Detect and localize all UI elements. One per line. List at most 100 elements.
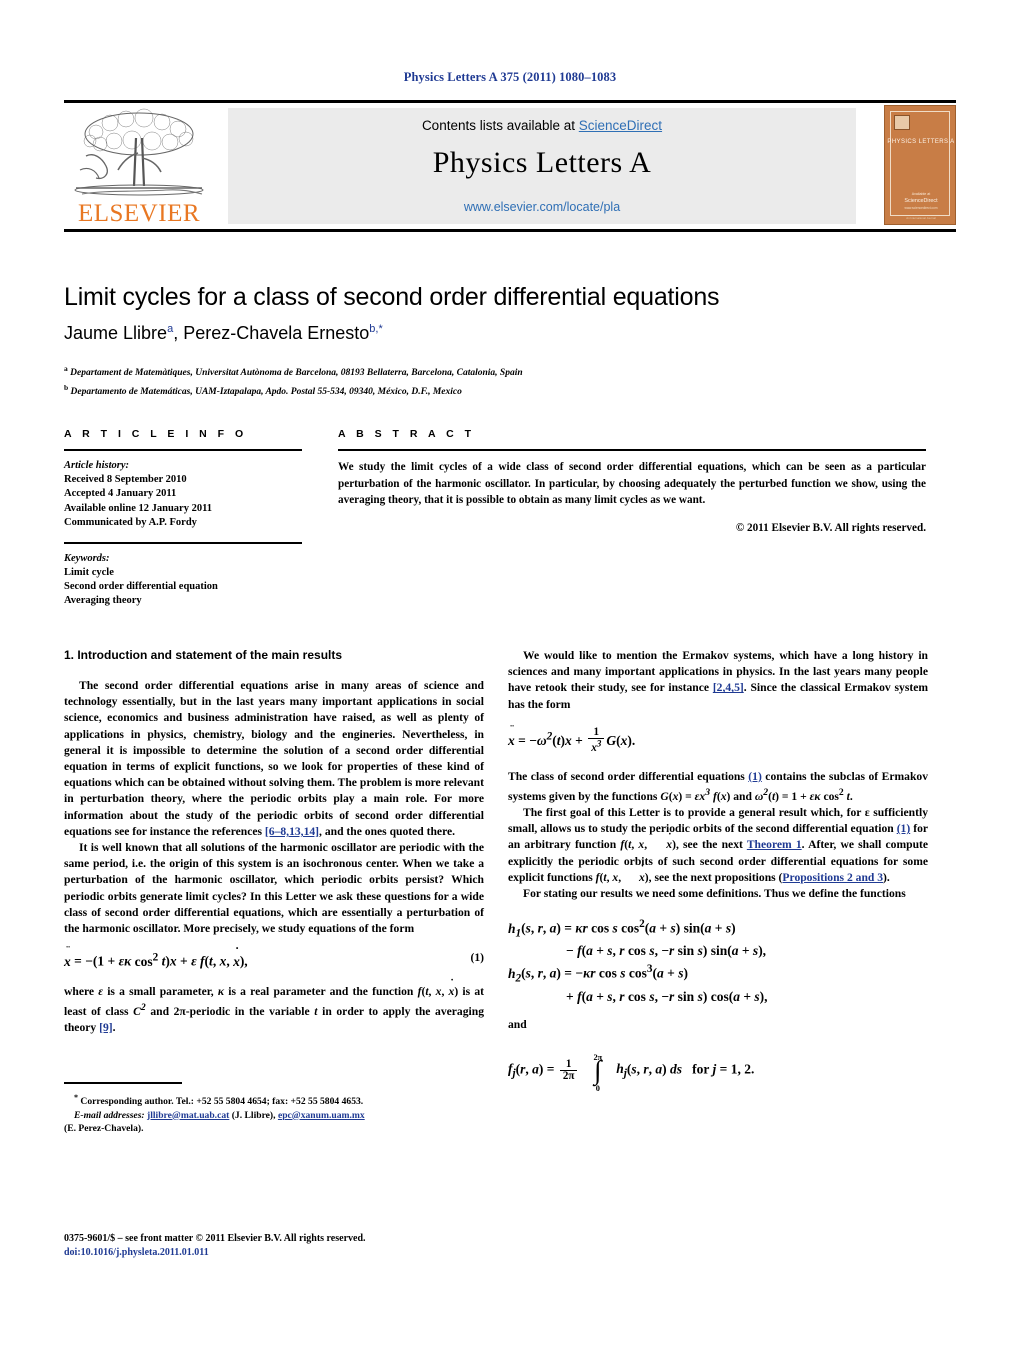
footnote-email-label: E-mail addresses: [74, 1109, 145, 1121]
cover-title: PHYSICS LETTERS A [887, 139, 955, 145]
integral-upper-limit: 2π [593, 1052, 603, 1062]
author-name-1: Jaume Llibre [64, 323, 168, 343]
sciencedirect-link[interactable]: ScienceDirect [579, 118, 662, 133]
para1-part-a: The second order differential equations … [64, 679, 484, 838]
citation-2-4-5[interactable]: [2,4,5] [713, 681, 744, 694]
keyword-1: Limit cycle [64, 566, 114, 578]
history-received: Received 8 September 2010 [64, 474, 187, 486]
article-info-panel: A R T I C L E I N F O Article history: R… [64, 428, 302, 608]
rp3-e: , see the next propositions ( [648, 870, 783, 884]
email-link-llibre[interactable]: jllibre@mat.uab.cat [147, 1110, 229, 1121]
rp2-c: . [849, 789, 853, 803]
integral-symbol: 2π ∫ 0 [583, 1053, 613, 1094]
rp3-c: , see the next [675, 838, 747, 852]
equation-h1: h1(s, r, a) = κr cos s cos2(a + s) sin(a… [508, 918, 736, 940]
equation-fj: fj(r, a) = 1 2π 2π ∫ 0 hj(s, r, a) ds for… [508, 1052, 755, 1094]
author-separator: , [173, 323, 184, 343]
paragraph-definitions: For stating our results we need some def… [523, 887, 906, 900]
cover-badge-icon [894, 115, 910, 130]
abstract-heading: A B S T R A C T [338, 428, 475, 440]
cover-foot-sciencedirect: ScienceDirect [904, 198, 938, 204]
equation-ref-1-b[interactable]: (1) [897, 822, 911, 835]
abstract-panel: A B S T R A C T We study the limit cycle… [338, 428, 926, 534]
body-column-right: We would like to mention the Ermakov sys… [508, 648, 928, 1094]
history-accepted: Accepted 4 January 2011 [64, 488, 177, 500]
article-history-block: Article history: Received 8 September 20… [64, 459, 302, 530]
abstract-rule [338, 449, 926, 451]
abstract-copyright: © 2011 Elsevier B.V. All rights reserved… [735, 521, 926, 534]
history-available-online: Available online 12 January 2011 [64, 502, 212, 514]
article-info-heading: A R T I C L E I N F O [64, 428, 248, 440]
para3-g: . [112, 1021, 116, 1035]
equation-h2-cont: + f(a + s, r cos s, −r sin s) cos(a + s)… [566, 988, 768, 1004]
running-head: Physics Letters A 375 (2011) 1080–1083 [403, 70, 617, 84]
affiliation-mark-b: b [64, 382, 69, 392]
contents-prefix: Contents lists available at [421, 118, 579, 133]
affiliation-a: a Departament de Matemàtiques, Universit… [64, 362, 924, 381]
para3-e: and 2π-periodic in the variable [145, 1004, 315, 1018]
paragraph-ermakov-1: We would like to mention the Ermakov sys… [508, 648, 928, 713]
keyword-2: Second order differential equation [64, 580, 218, 592]
journal-title: Physics Letters A [432, 146, 652, 179]
paragraph-goal: The first goal of this Letter is to prov… [508, 805, 928, 886]
citation-6-8-13-14[interactable]: [6–8,13,14] [265, 825, 319, 838]
propositions-2-3-link[interactable]: Propositions 2 and 3 [782, 871, 883, 884]
page-title: Limit cycles for a class of second order… [64, 283, 720, 311]
author-name-2: Perez-Chavela Ernesto [183, 323, 370, 343]
fraction-one-over-x-cubed: 1 x3 [588, 726, 605, 755]
keywords-label: Keywords: [64, 552, 110, 564]
footnote-separator-rule [64, 1082, 182, 1084]
cover-foot-tagline: An International Journal [906, 216, 936, 220]
rp3-f: ). [883, 870, 890, 884]
paragraph-intro-3: where ε is a small parameter, κ is a rea… [64, 984, 484, 1036]
journal-url-link[interactable]: www.elsevier.com/locate/pla [228, 200, 856, 214]
equation-1: x = −(1 + εκ cos2 t)x + ε f(t, x, x), (1… [64, 951, 484, 970]
elsevier-logo: ELSEVIER [64, 108, 214, 227]
keyword-3: Averaging theory [64, 595, 142, 607]
paragraph-intro-2: It is well known that all solutions of t… [64, 841, 484, 936]
fraction-one-over-two-pi: 1 2π [559, 1058, 578, 1083]
body-column-left: 1. Introduction and statement of the mai… [64, 648, 484, 1136]
imprint-front-matter: 0375-9601/$ – see front matter © 2011 El… [64, 1233, 366, 1244]
masthead-rule-bottom [64, 229, 956, 232]
abstract-text: We study the limit cycles of a wide clas… [338, 461, 926, 506]
para3-a: where [64, 984, 99, 998]
equation-1-number: (1) [470, 951, 484, 965]
masthead-rule-top [64, 100, 956, 103]
equation-h2: h2(s, r, a) = −κr cos s cos3(a + s) [508, 963, 688, 985]
journal-cover-thumbnail[interactable]: PHYSICS LETTERS A Available at ScienceDi… [884, 105, 956, 225]
paragraph-intro-1: The second order differential equations … [64, 678, 484, 840]
article-history-label: Article history: [64, 460, 130, 471]
affiliation-text-b: Departamento de Matemáticas, UAM-Iztapal… [70, 386, 462, 397]
doi-link[interactable]: doi:10.1016/j.physleta.2011.01.011 [64, 1246, 494, 1260]
author-mark-2[interactable]: b,* [369, 323, 382, 335]
affiliation-b: b Departamento de Matemáticas, UAM-Iztap… [64, 381, 924, 400]
contents-available-line: Contents lists available at ScienceDirec… [228, 118, 856, 133]
footnote-corresponding-author: Corresponding author. Tel.: +52 55 5804 … [80, 1096, 364, 1107]
cover-foot-available: Available at [911, 192, 931, 196]
article-info-rule [64, 449, 302, 451]
contents-band: Contents lists available at ScienceDirec… [228, 108, 856, 224]
para3-b: is a small parameter, [103, 984, 218, 998]
footnote-block: * Corresponding author. Tel.: +52 55 580… [64, 1092, 365, 1134]
author-list: Jaume Llibrea, Perez-Chavela Ernestob,* [64, 323, 924, 344]
paragraph-ermakov-2: The class of second order differential e… [508, 769, 928, 803]
theorem-1-link[interactable]: Theorem 1 [747, 838, 802, 851]
para1-part-b: , and the ones quoted there. [319, 824, 456, 838]
email-link-perez-chavela[interactable]: epc@xanum.uam.mx [278, 1110, 365, 1121]
imprint-block: 0375-9601/$ – see front matter © 2011 El… [64, 1232, 494, 1260]
keywords-rule [64, 542, 302, 544]
integral-lower-limit: 0 [595, 1084, 600, 1094]
journal-masthead: ELSEVIER Contents lists available at Sci… [64, 100, 956, 232]
affiliation-text-a: Departament de Matemàtiques, Universitat… [70, 368, 523, 379]
equation-ermakov: x = −ω2(t)x + 1x3G(x). [508, 726, 928, 755]
citation-9[interactable]: [9] [99, 1021, 113, 1034]
rp2-a: The class of second order differential e… [508, 769, 749, 783]
equation-ref-1-a[interactable]: (1) [748, 770, 762, 783]
affiliation-mark-a: a [64, 364, 68, 373]
footnote-star-mark: * [74, 1092, 78, 1102]
email-owner-llibre: (J. Llibre) [231, 1109, 274, 1121]
history-communicated-by: Communicated by A.P. Fordy [64, 516, 197, 528]
cover-foot-url: www.sciencedirect.com [904, 206, 938, 210]
